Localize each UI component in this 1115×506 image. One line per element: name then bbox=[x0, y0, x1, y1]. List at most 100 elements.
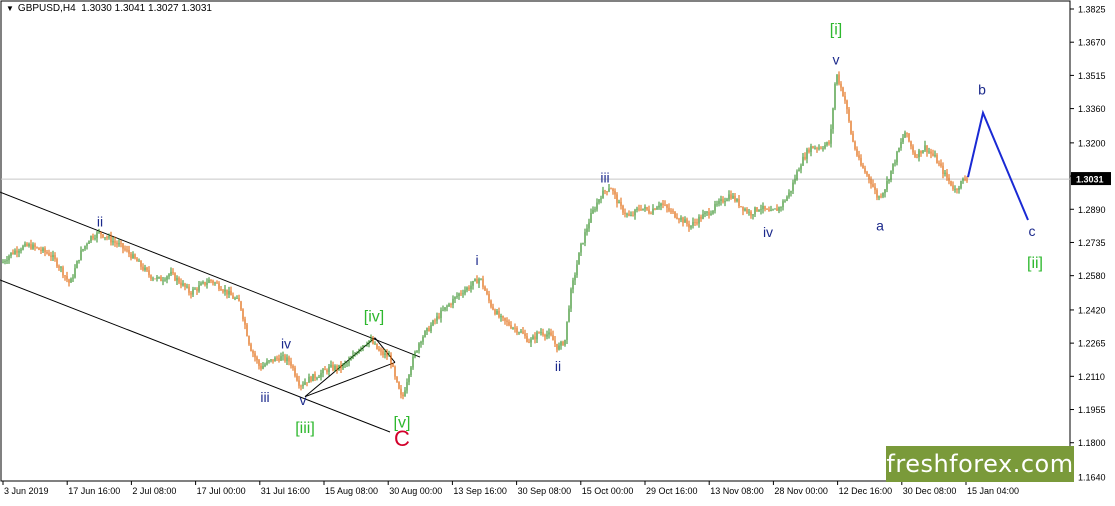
candle-body bbox=[328, 366, 330, 373]
candle-body bbox=[904, 132, 906, 138]
candle-body bbox=[532, 336, 534, 340]
candle-body bbox=[672, 210, 674, 212]
candle-body bbox=[872, 184, 874, 187]
y-tick-label: 1.2735 bbox=[1078, 238, 1106, 248]
candle-body bbox=[602, 190, 604, 199]
candle-body bbox=[252, 350, 254, 354]
candle-body bbox=[326, 369, 328, 373]
candle-body bbox=[588, 222, 590, 229]
candle-body bbox=[400, 388, 402, 395]
candle-body bbox=[690, 225, 692, 228]
candle-body bbox=[72, 277, 74, 279]
candle-body bbox=[862, 165, 864, 169]
candle-body bbox=[476, 279, 478, 284]
candle-body bbox=[238, 298, 240, 302]
wave-label: ii bbox=[97, 213, 103, 229]
candle-body bbox=[312, 373, 314, 382]
candle-body bbox=[630, 215, 632, 216]
candle-body bbox=[210, 279, 212, 281]
candle-body bbox=[660, 203, 662, 206]
candle-body bbox=[768, 209, 770, 212]
x-tick-label: 15 Aug 08:00 bbox=[325, 486, 378, 496]
candle-body bbox=[134, 254, 136, 259]
candle-body bbox=[356, 353, 358, 355]
candle-body bbox=[700, 216, 702, 219]
candle-body bbox=[716, 203, 718, 205]
candle-body bbox=[902, 137, 904, 143]
candle-body bbox=[10, 252, 12, 256]
candle-body bbox=[104, 237, 106, 239]
candle-body bbox=[144, 267, 146, 270]
candle-body bbox=[608, 188, 610, 192]
candle-body bbox=[966, 179, 968, 181]
candle-body bbox=[330, 364, 332, 367]
candle-body bbox=[928, 151, 930, 153]
candle-body bbox=[222, 290, 224, 292]
candle-body bbox=[462, 293, 464, 295]
candle-body bbox=[160, 276, 162, 282]
candle-body bbox=[254, 353, 256, 358]
candle-body bbox=[184, 283, 186, 287]
x-tick-label: 3 Jun 2019 bbox=[4, 486, 49, 496]
candle-body bbox=[950, 180, 952, 186]
candle-body bbox=[732, 195, 734, 199]
candle-body bbox=[722, 199, 724, 203]
candle-body bbox=[28, 244, 30, 247]
candle-body bbox=[720, 199, 722, 201]
candle-body bbox=[420, 341, 422, 344]
candle-body bbox=[256, 357, 258, 361]
candle-body bbox=[882, 193, 884, 197]
candle-body bbox=[118, 243, 120, 245]
candle-body bbox=[654, 208, 656, 210]
candle-body bbox=[236, 298, 238, 299]
candle-body bbox=[140, 260, 142, 267]
candle-body bbox=[106, 237, 108, 239]
candle-body bbox=[870, 179, 872, 185]
candle-body bbox=[26, 243, 28, 247]
candle-body bbox=[54, 255, 56, 260]
candle-body bbox=[474, 279, 476, 282]
wave-label: v bbox=[300, 392, 307, 408]
candle-body bbox=[284, 355, 286, 361]
candle-body bbox=[816, 147, 818, 149]
candle-body bbox=[464, 290, 466, 294]
candle-body bbox=[314, 373, 316, 379]
candle-body bbox=[686, 219, 688, 224]
candle-body bbox=[308, 376, 310, 383]
candle-body bbox=[472, 281, 474, 286]
candle-body bbox=[744, 209, 746, 211]
candle-body bbox=[20, 249, 22, 251]
candle-body bbox=[478, 278, 480, 284]
candle-body bbox=[428, 327, 430, 332]
candle-body bbox=[692, 222, 694, 226]
candle-body bbox=[632, 215, 634, 216]
candle-body bbox=[662, 203, 664, 205]
candle-body bbox=[208, 279, 210, 283]
candle-body bbox=[640, 209, 642, 210]
y-tick-label: 1.3825 bbox=[1078, 5, 1106, 15]
candle-body bbox=[910, 141, 912, 147]
candle-body bbox=[946, 172, 948, 178]
candle-body bbox=[540, 332, 542, 334]
candle-body bbox=[576, 264, 578, 276]
candle-body bbox=[248, 336, 250, 345]
x-tick-label: 12 Dec 16:00 bbox=[839, 486, 893, 496]
candle-body bbox=[552, 335, 554, 341]
candle-body bbox=[676, 217, 678, 219]
candle-body bbox=[796, 171, 798, 180]
candle-body bbox=[780, 207, 782, 208]
candle-body bbox=[306, 382, 308, 384]
candle-body bbox=[458, 293, 460, 296]
candle-body bbox=[710, 213, 712, 216]
candle-body bbox=[168, 274, 170, 277]
candle-body bbox=[866, 172, 868, 175]
dropdown-triangle-icon[interactable]: ▼ bbox=[6, 4, 14, 13]
candle-body bbox=[352, 354, 354, 359]
candle-body bbox=[244, 319, 246, 325]
candle-body bbox=[792, 182, 794, 191]
symbol-label: GBPUSD,H4 bbox=[17, 3, 76, 14]
candle-body bbox=[714, 204, 716, 211]
y-tick-label: 1.1800 bbox=[1078, 438, 1106, 448]
candle-body bbox=[906, 132, 908, 134]
candle-body bbox=[778, 207, 780, 211]
